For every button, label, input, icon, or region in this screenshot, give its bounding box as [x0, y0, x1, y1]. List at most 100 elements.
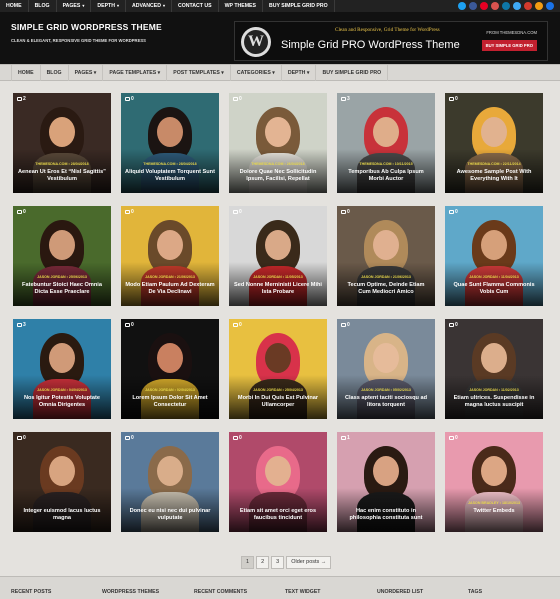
- comment-count-value: 3: [23, 322, 26, 328]
- post-card[interactable]: 0 JASON JORDAN • 05/02/2013 Class aptent t…: [337, 319, 435, 419]
- post-card[interactable]: 0 THEMESDNA.COM • 28/04/2018 Aliquid Volup…: [121, 93, 219, 193]
- portrait-face: [481, 117, 507, 147]
- comment-count[interactable]: 0: [449, 209, 458, 215]
- post-title[interactable]: Twitter Embeds: [449, 508, 539, 515]
- banner-buy-button[interactable]: BUY SIMPLE GRID PRO: [481, 40, 537, 51]
- post-title[interactable]: Aliquid Voluptatem Torquent Sunt Vestibu…: [125, 169, 215, 183]
- post-card[interactable]: 0 JASON JORDAN • 11/02/2013 Etiam ultrices…: [445, 319, 543, 419]
- comment-count[interactable]: 0: [233, 96, 242, 102]
- post-card[interactable]: 3 THEMESDNA.COM • 10/11/2015 Temporibus Ab…: [337, 93, 435, 193]
- top-nav-item[interactable]: DEPTH ▾: [91, 0, 126, 12]
- post-card[interactable]: 0 JASON JORDAN • 21/06/2013 Tecum Optime, …: [337, 206, 435, 306]
- comment-count[interactable]: 3: [341, 96, 350, 102]
- post-card[interactable]: 1 Hac enim constituto in philosophia cons…: [337, 432, 435, 532]
- comment-count[interactable]: 2: [17, 96, 26, 102]
- comment-count[interactable]: 0: [125, 96, 134, 102]
- top-nav-item[interactable]: ADVANCED ▾: [126, 0, 172, 12]
- main-nav-item[interactable]: DEPTH ▾: [282, 65, 317, 81]
- top-nav-item[interactable]: BUY SIMPLE GRID PRO: [263, 0, 335, 12]
- post-title[interactable]: Lorem Ipsum Dolor Sit Amet Consectetur: [125, 395, 215, 409]
- post-card[interactable]: 3 JASON JORDAN • 04/04/2013 Nos Igitur Pot…: [13, 319, 111, 419]
- top-nav-item[interactable]: BLOG: [29, 0, 57, 12]
- main-nav-item[interactable]: PAGE TEMPLATES ▾: [103, 65, 168, 81]
- comment-count[interactable]: 0: [449, 435, 458, 441]
- post-card[interactable]: 0 JASON JORDAN • 11/04/2013 Quae Sunt Flam…: [445, 206, 543, 306]
- pinterest-icon[interactable]: [480, 2, 488, 10]
- post-title[interactable]: Class aptent taciti sociosqu ad litora t…: [341, 395, 431, 409]
- page-link[interactable]: 2: [256, 556, 270, 569]
- site-title[interactable]: SIMPLE GRID WORDPRESS THEME: [11, 22, 162, 32]
- comment-count[interactable]: 0: [449, 96, 458, 102]
- youtube-icon[interactable]: [524, 2, 532, 10]
- main-nav-item[interactable]: CATEGORIES ▾: [231, 65, 282, 81]
- comment-count[interactable]: 0: [233, 435, 242, 441]
- older-posts-link[interactable]: Older posts →: [286, 556, 332, 569]
- post-title[interactable]: Modo Etiam Paulum Ad Dexteram De Via Dec…: [125, 282, 215, 296]
- comment-count[interactable]: 0: [125, 435, 134, 441]
- top-nav-item[interactable]: HOME: [0, 0, 29, 12]
- post-card[interactable]: 0 THEMESDNA.COM • 22/11/2014 Awesome Sampl…: [445, 93, 543, 193]
- instagram-icon[interactable]: [491, 2, 499, 10]
- comment-count[interactable]: 0: [17, 435, 26, 441]
- page-current[interactable]: 1: [241, 556, 255, 569]
- main-nav-item[interactable]: PAGES ▾: [69, 65, 104, 81]
- email-icon[interactable]: [546, 2, 554, 10]
- comment-count[interactable]: 1: [341, 435, 350, 441]
- top-nav-item[interactable]: PAGES ▾: [57, 0, 92, 12]
- post-title[interactable]: Etiam ultrices. Suspendisse in magna luc…: [449, 395, 539, 409]
- twitter-icon[interactable]: [458, 2, 466, 10]
- post-title[interactable]: Awesome Sample Post With Everything With…: [449, 169, 539, 183]
- comment-count[interactable]: 0: [449, 322, 458, 328]
- comment-count-value: 3: [347, 96, 350, 102]
- post-title[interactable]: Morbi In Dui Quis Est Pulvinar Ullamcorp…: [233, 395, 323, 409]
- comment-count[interactable]: 0: [341, 209, 350, 215]
- post-title[interactable]: Dolore Quae Nec Sollicitudin Ipsum, Faci…: [233, 169, 323, 183]
- post-card[interactable]: 0 JASON JORDAN • 11/05/2013 Sed Nonne Mern…: [229, 206, 327, 306]
- post-card[interactable]: 0 JASON JORDAN • 25/06/2013 Fatebuntur Sto…: [13, 206, 111, 306]
- page-link[interactable]: 3: [271, 556, 285, 569]
- post-title[interactable]: Aenean Ut Eros Et “Nisl Sagittis” Vestib…: [17, 169, 107, 183]
- post-card[interactable]: 2 THEMESDNA.COM • 28/04/2018 Aenean Ut Ero…: [13, 93, 111, 193]
- comment-count-value: 1: [347, 435, 350, 441]
- post-title[interactable]: Nos Igitur Potestis Voluptate Omnia Diri…: [17, 395, 107, 409]
- post-title[interactable]: Etiam sit amet orci eget eros faucibus t…: [233, 508, 323, 522]
- comment-count[interactable]: 3: [17, 322, 26, 328]
- post-card[interactable]: 0 Etiam sit amet orci eget eros faucibus …: [229, 432, 327, 532]
- post-title[interactable]: Quae Sunt Flamma Commonis Vobis Cum: [449, 282, 539, 296]
- comment-count[interactable]: 0: [233, 322, 242, 328]
- post-title[interactable]: Donec eu nisi nec dui pulvinar vulputate: [125, 508, 215, 522]
- comment-count[interactable]: 0: [125, 209, 134, 215]
- rss-icon[interactable]: [535, 2, 543, 10]
- main-nav-item[interactable]: POST TEMPLATES ▾: [167, 65, 231, 81]
- top-nav-item[interactable]: WP THEMES: [219, 0, 263, 12]
- header-banner[interactable]: W Clean and Responsive, Grid Theme for W…: [234, 21, 548, 61]
- top-nav-label: WP THEMES: [224, 3, 256, 9]
- main-nav-item[interactable]: BUY SIMPLE GRID PRO: [316, 65, 389, 81]
- post-card[interactable]: 0 Integer euismod lacus luctus magna: [13, 432, 111, 532]
- post-title[interactable]: Hac enim constituto in philosophia const…: [341, 508, 431, 522]
- post-title[interactable]: Fatebuntur Stoici Haec Omnia Dicta Esse …: [17, 282, 107, 296]
- comment-count[interactable]: 0: [125, 322, 134, 328]
- post-card[interactable]: 0 JASON BRADLEY • 18/10/2013 Twitter Embed…: [445, 432, 543, 532]
- linkedin-icon[interactable]: [502, 2, 510, 10]
- post-title[interactable]: Integer euismod lacus luctus magna: [17, 508, 107, 522]
- vk-icon[interactable]: [513, 2, 521, 10]
- site-description: CLEAN & ELEGANT, RESPONSIVE GRID THEME F…: [11, 38, 146, 43]
- comment-count-value: 0: [239, 209, 242, 215]
- main-nav-item[interactable]: BLOG: [41, 65, 69, 81]
- post-title[interactable]: Sed Nonne Merninisti Licere Mihi Ista Pr…: [233, 282, 323, 296]
- post-card[interactable]: 0 JASON JORDAN • 25/04/2013 Morbi In Dui Q…: [229, 319, 327, 419]
- post-card[interactable]: 0 JASON JORDAN • 02/04/2013 Lorem Ipsum Do…: [121, 319, 219, 419]
- facebook-icon[interactable]: [469, 2, 477, 10]
- banner-from: FROM THEMESDNA.COM: [486, 30, 537, 35]
- post-card[interactable]: 0 THEMESDNA.COM • 26/04/2018 Dolore Quae N…: [229, 93, 327, 193]
- post-card[interactable]: 0 Donec eu nisi nec dui pulvinar vulputat…: [121, 432, 219, 532]
- main-nav-item[interactable]: HOME: [11, 65, 41, 81]
- post-title[interactable]: Temporibus Ab Culpa Ipsum Morbi Auctor: [341, 169, 431, 183]
- top-nav-item[interactable]: CONTACT US: [172, 0, 219, 12]
- post-card[interactable]: 0 JASON JORDAN • 21/06/2013 Modo Etiam Pau…: [121, 206, 219, 306]
- post-title[interactable]: Tecum Optime, Deinde Etiam Cum Mediocri …: [341, 282, 431, 296]
- comment-count[interactable]: 0: [233, 209, 242, 215]
- comment-count[interactable]: 0: [17, 209, 26, 215]
- comment-count[interactable]: 0: [341, 322, 350, 328]
